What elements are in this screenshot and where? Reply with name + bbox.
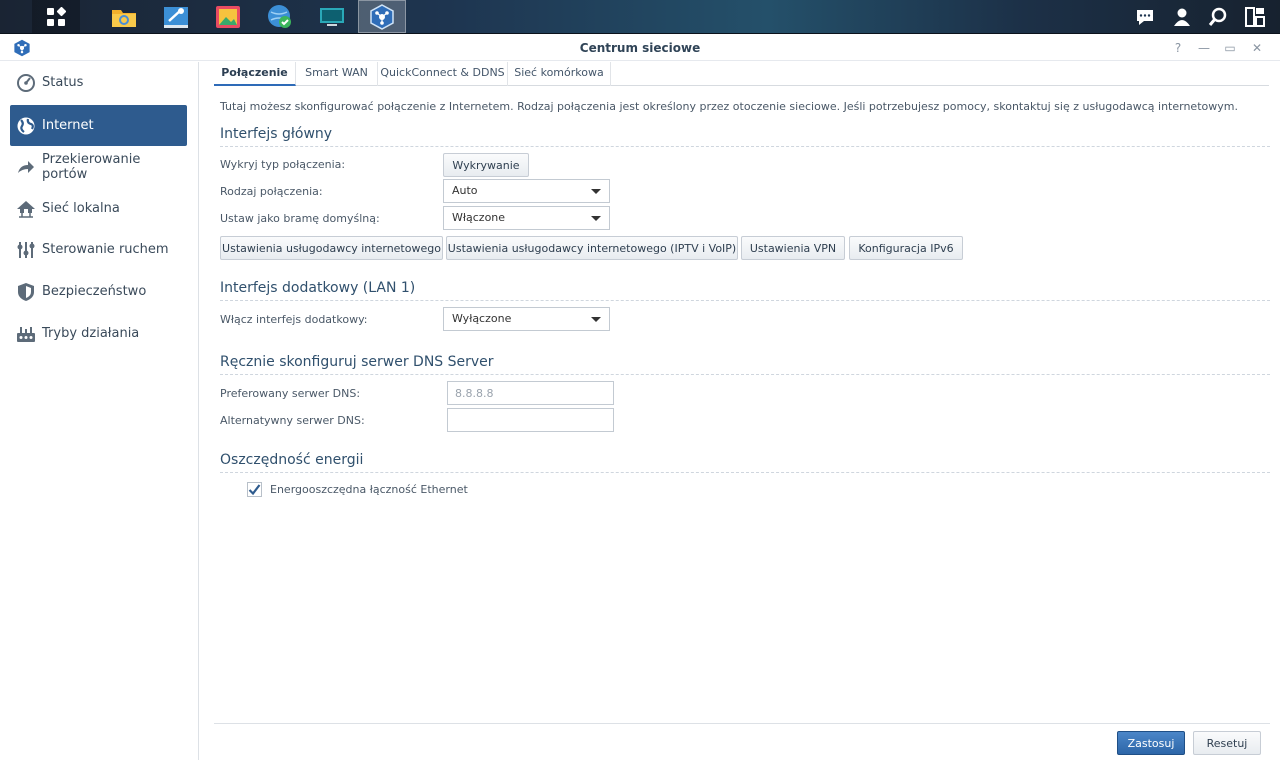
control-panel-icon xyxy=(164,6,188,28)
isp-settings-button[interactable]: Ustawienia usługodawcy internetowego xyxy=(220,236,443,260)
help-button[interactable]: ? xyxy=(1171,41,1185,55)
sidebar-item-label: Sieć lokalna xyxy=(42,201,120,216)
connection-type-select[interactable]: Auto xyxy=(443,179,610,203)
connection-type-label: Rodzaj połączenia: xyxy=(220,185,323,198)
isp-iptv-voip-button[interactable]: Ustawienia usługodawcy internetowego (IP… xyxy=(446,236,738,260)
section-dns: Ręcznie skonfiguruj serwer DNS Server xyxy=(220,354,1270,375)
chat-button[interactable] xyxy=(1127,0,1163,33)
window-title: Centrum sieciowe xyxy=(579,41,701,55)
web-station-button[interactable] xyxy=(256,0,304,33)
globe-icon xyxy=(16,116,36,136)
taskbar xyxy=(0,0,1280,34)
user-button[interactable] xyxy=(1164,0,1200,33)
chevron-down-icon xyxy=(591,317,601,322)
alternate-dns-label: Alternatywny serwer DNS: xyxy=(220,414,365,427)
status-icon xyxy=(16,73,36,93)
widgets-button[interactable] xyxy=(1237,0,1273,33)
minimize-button[interactable]: — xyxy=(1197,41,1211,55)
home-network-icon xyxy=(16,199,36,219)
checkmark-icon xyxy=(248,484,261,496)
section-secondary-interface: Interfejs dodatkowy (LAN 1) xyxy=(220,280,1270,301)
apply-button[interactable]: Zastosuj xyxy=(1117,731,1185,755)
eee-checkbox[interactable] xyxy=(247,482,262,497)
detect-button[interactable]: Wykrywanie xyxy=(443,153,529,177)
sidebar-item-status[interactable]: Status xyxy=(10,62,187,103)
search-icon xyxy=(1208,7,1227,26)
port-forward-icon xyxy=(16,157,36,177)
chevron-down-icon xyxy=(591,189,601,194)
widgets-icon xyxy=(1245,6,1265,27)
section-primary-interface: Interfejs główny xyxy=(220,126,1270,147)
shield-icon xyxy=(16,282,36,302)
connection-type-value: Auto xyxy=(452,184,478,197)
terminal-button[interactable] xyxy=(308,0,356,33)
tab-connection[interactable]: Połączenie xyxy=(214,62,296,86)
secondary-enable-value: Wyłączone xyxy=(452,312,512,325)
close-button[interactable]: ✕ xyxy=(1250,41,1264,55)
search-button[interactable] xyxy=(1200,0,1236,33)
alternate-dns-input[interactable] xyxy=(447,408,614,432)
reset-button[interactable]: Resetuj xyxy=(1193,731,1261,755)
sidebar-item-label: Internet xyxy=(42,118,94,133)
network-center-icon xyxy=(370,3,394,30)
sidebar-item-label: Bezpieczeństwo xyxy=(42,284,147,299)
terminal-icon xyxy=(320,7,344,26)
tab-quickconnect-ddns[interactable]: QuickConnect & DDNS xyxy=(378,62,508,86)
traffic-control-icon xyxy=(16,240,36,260)
chat-icon xyxy=(1137,9,1153,25)
file-station-icon xyxy=(112,9,136,27)
tab-smart-wan[interactable]: Smart WAN xyxy=(296,62,378,86)
detect-label: Wykryj typ połączenia: xyxy=(220,158,346,171)
chevron-down-icon xyxy=(591,216,601,221)
secondary-enable-label: Włącz interfejs dodatkowy: xyxy=(220,313,368,326)
default-gateway-value: Włączone xyxy=(452,211,506,224)
main-menu-button[interactable] xyxy=(32,0,80,33)
sidebar-item-security[interactable]: Bezpieczeństwo xyxy=(10,271,187,312)
file-station-button[interactable] xyxy=(100,0,148,33)
web-station-icon xyxy=(268,4,291,28)
vpn-settings-button[interactable]: Ustawienia VPN xyxy=(741,236,845,260)
footer xyxy=(214,723,1270,760)
maximize-button[interactable]: ▭ xyxy=(1223,41,1237,55)
sidebar-item-local-network[interactable]: Sieć lokalna xyxy=(10,188,187,229)
preferred-dns-label: Preferowany serwer DNS: xyxy=(220,387,361,400)
photo-station-button[interactable] xyxy=(204,0,252,33)
main-menu-icon xyxy=(47,6,66,26)
user-icon xyxy=(1174,8,1190,26)
sidebar-item-operation-modes[interactable]: Tryby działania xyxy=(10,313,187,354)
default-gateway-select[interactable]: Włączone xyxy=(443,206,610,230)
sidebar-item-label: Status xyxy=(42,75,84,90)
sidebar-item-label: Sterowanie ruchem xyxy=(42,242,169,257)
sidebar-item-port-forwarding[interactable]: Przekierowanie portów xyxy=(10,146,187,187)
sidebar-item-label: Przekierowanie portów xyxy=(42,151,141,182)
sidebar-item-internet[interactable]: Internet xyxy=(10,105,187,146)
sidebar-item-label: Tryby działania xyxy=(42,326,140,341)
sidebar-item-traffic-control[interactable]: Sterowanie ruchem xyxy=(10,229,187,270)
preferred-dns-input[interactable] xyxy=(447,381,614,405)
eee-checkbox-label[interactable]: Energooszczędna łączność Ethernet xyxy=(270,483,468,496)
control-panel-button[interactable] xyxy=(152,0,200,33)
default-gateway-label: Ustaw jako bramę domyślną: xyxy=(220,212,380,225)
tab-cellular-network[interactable]: Sieć komórkowa xyxy=(508,62,611,86)
intro-text: Tutaj możesz skonfigurować połączenie z … xyxy=(220,100,1238,113)
secondary-enable-select[interactable]: Wyłączone xyxy=(443,307,610,331)
ipv6-config-button[interactable]: Konfiguracja IPv6 xyxy=(849,236,963,260)
network-center-button[interactable] xyxy=(358,0,406,33)
sidebar: Status Internet Przekierowanie portów Si… xyxy=(0,62,199,760)
operation-mode-icon xyxy=(16,324,36,344)
section-energy-saving: Oszczędność energii xyxy=(220,452,1270,473)
tab-bar: Połączenie Smart WAN QuickConnect & DDNS… xyxy=(214,62,1269,86)
photo-station-icon xyxy=(216,5,240,28)
window-titlebar[interactable]: Centrum sieciowe ? — ▭ ✕ xyxy=(0,35,1280,61)
